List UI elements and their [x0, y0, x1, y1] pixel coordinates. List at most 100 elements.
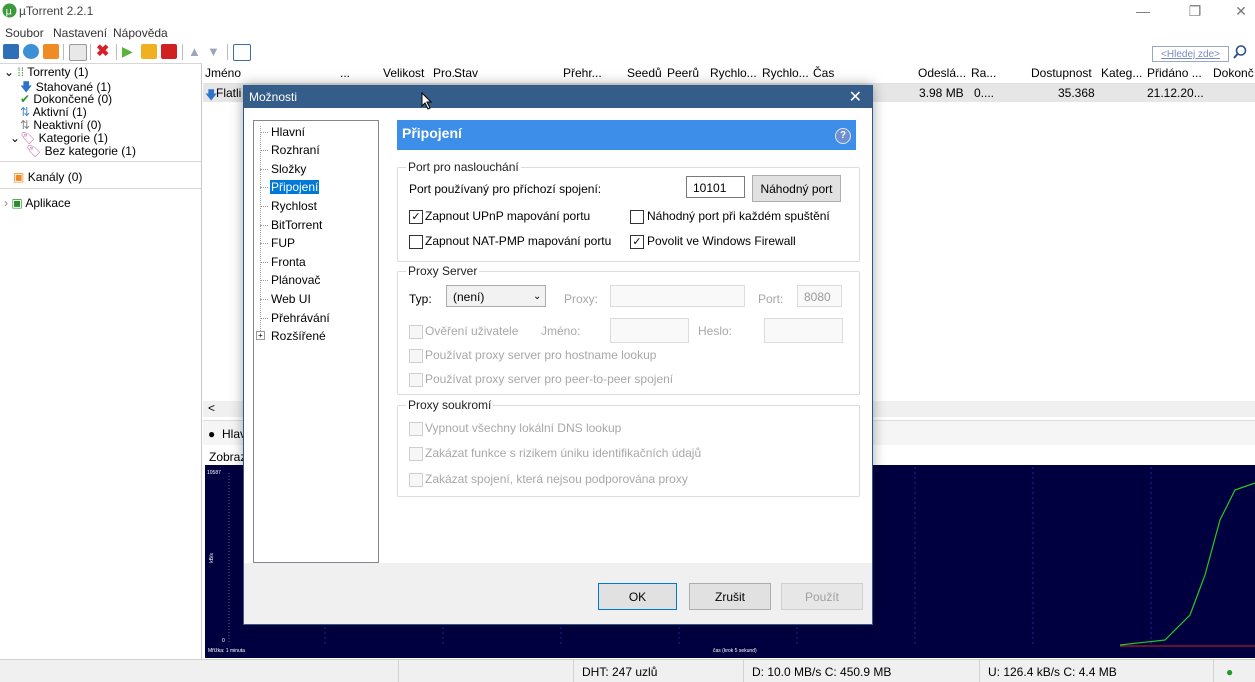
- col-name[interactable]: Jméno: [205, 66, 241, 80]
- ok-button[interactable]: OK: [598, 583, 677, 610]
- username-input[interactable]: [610, 318, 689, 343]
- chevron-right-icon[interactable]: ›: [4, 196, 8, 210]
- preferences-icon[interactable]: [233, 44, 251, 61]
- sidebar-item-channels[interactable]: ▣ Kanály (0): [13, 170, 82, 184]
- tree-item-webui[interactable]: Web UI: [270, 292, 312, 306]
- menu-napoveda[interactable]: Nápověda: [113, 26, 168, 40]
- identify-leak-label: Zakázat funkce s rizikem úniku identifik…: [425, 446, 702, 460]
- search-input[interactable]: <Hledej zde>: [1152, 46, 1229, 62]
- natpmp-checkbox[interactable]: [409, 235, 423, 249]
- proxy-type-select[interactable]: (není) ⌄: [446, 285, 546, 307]
- col-added[interactable]: Přidáno ...: [1147, 66, 1202, 80]
- tree-item-connection[interactable]: Připojení: [270, 180, 320, 194]
- identify-leak-checkbox[interactable]: [409, 447, 423, 461]
- upnp-checkbox[interactable]: ✓: [409, 210, 423, 224]
- cancel-button[interactable]: Zrušit: [689, 583, 771, 610]
- proxy-port-label: Port:: [758, 292, 784, 306]
- sidebar-item-categories[interactable]: ⌄🏷 Kategorie (1): [10, 131, 108, 145]
- col-down-speed[interactable]: Rychlo...: [710, 66, 757, 80]
- tree-item-general[interactable]: Hlavní: [270, 125, 306, 139]
- move-down-icon[interactable]: ▼: [207, 44, 223, 59]
- port-input[interactable]: 10101: [686, 176, 745, 198]
- check-icon: ✔: [20, 92, 31, 106]
- auth-checkbox[interactable]: [409, 325, 423, 339]
- proxy-port-input[interactable]: 8080: [797, 285, 842, 307]
- col-dots[interactable]: ...: [340, 66, 350, 80]
- tree-item-speed[interactable]: Rychlost: [270, 199, 318, 213]
- rss-icon[interactable]: [43, 44, 59, 59]
- col-category[interactable]: Kateg...: [1101, 66, 1142, 80]
- network-ok-icon[interactable]: ●: [1226, 665, 1233, 679]
- random-port-button[interactable]: Náhodný port: [752, 175, 841, 202]
- hostname-lookup-checkbox[interactable]: [409, 349, 423, 363]
- sidebar-item-inactive[interactable]: ⇅ Neaktivní (0): [20, 118, 101, 132]
- col-ratio[interactable]: Ra...: [971, 66, 996, 80]
- col-seeds[interactable]: Seedů: [627, 66, 662, 80]
- col-availability[interactable]: Dostupnost: [1031, 66, 1092, 80]
- add-torrent-icon[interactable]: [3, 44, 19, 59]
- dialog-footer: OK Zrušit Použít: [244, 563, 872, 624]
- dns-lookup-checkbox[interactable]: [409, 422, 423, 436]
- col-size[interactable]: Velikost: [383, 66, 424, 80]
- p2p-proxy-checkbox[interactable]: [409, 373, 423, 387]
- create-torrent-icon[interactable]: [69, 44, 87, 61]
- graph-view-label: Zobraz: [209, 450, 247, 464]
- sidebar-item-label: Aplikace: [25, 196, 71, 210]
- port-label: Port používaný pro příchozí spojení:: [409, 182, 602, 196]
- sidebar-item-torrents[interactable]: ⌄ ⁞⁞ Torrenty (1): [4, 65, 89, 79]
- password-input[interactable]: [764, 318, 843, 343]
- tree-item-bittorrent[interactable]: BitTorrent: [270, 218, 323, 232]
- col-peers[interactable]: Peerů: [667, 66, 699, 80]
- pause-icon[interactable]: [141, 44, 157, 59]
- firewall-checkbox[interactable]: ✓: [630, 235, 644, 249]
- col-completed[interactable]: Dokonč: [1213, 66, 1254, 80]
- active-icon: ⇅: [20, 105, 31, 119]
- close-window-button[interactable]: ✕: [1219, 0, 1255, 24]
- tree-item-queue[interactable]: Fronta: [270, 255, 307, 269]
- apply-button[interactable]: Použít: [781, 583, 863, 610]
- sidebar-item-no-category[interactable]: 🏷 Bez kategorie (1): [26, 144, 136, 158]
- privacy-group: Proxy soukromí Vypnout všechny lokální D…: [397, 398, 860, 497]
- minimize-button[interactable]: —: [1121, 0, 1165, 24]
- col-up-speed[interactable]: Rychlo...: [762, 66, 809, 80]
- sidebar-item-apps[interactable]: › ▣ Aplikace: [4, 196, 71, 210]
- col-eta[interactable]: Čas: [813, 66, 834, 80]
- add-url-icon[interactable]: [23, 44, 39, 59]
- tree-item-scheduler[interactable]: Plánovač: [270, 273, 321, 287]
- random-each-start-checkbox[interactable]: [630, 210, 644, 224]
- proxy-host-input[interactable]: [610, 285, 745, 307]
- tree-item-ui[interactable]: Rozhraní: [270, 143, 321, 157]
- rss-icon: ▣: [13, 170, 25, 184]
- port-group: Port pro naslouchání Port používaný pro …: [397, 160, 860, 262]
- move-up-icon[interactable]: ▲: [188, 44, 204, 59]
- scroll-left-icon[interactable]: <: [208, 401, 215, 415]
- dialog-close-button[interactable]: ✕: [849, 87, 862, 107]
- menu-soubor[interactable]: Soubor: [5, 26, 44, 40]
- stop-icon[interactable]: [161, 44, 177, 59]
- sidebar-item-label: Kategorie (1): [38, 131, 109, 145]
- sidebar-item-active[interactable]: ⇅ Aktivní (1): [20, 105, 87, 119]
- col-uploaded[interactable]: Odeslá...: [918, 66, 966, 80]
- sidebar-item-completed[interactable]: ✔ Dokončené (0): [20, 92, 112, 106]
- help-icon[interactable]: ?: [835, 128, 851, 144]
- tree-item-playback[interactable]: Přehrávání: [270, 311, 331, 325]
- maximize-button[interactable]: ❐: [1173, 0, 1217, 24]
- proxy-type-value: (není): [453, 290, 485, 304]
- col-status[interactable]: Stav: [454, 66, 478, 80]
- search-icon[interactable]: [1232, 44, 1248, 60]
- tree-line: [260, 126, 261, 337]
- torrents-icon: ⁞⁞: [17, 65, 25, 79]
- start-icon[interactable]: ▶: [122, 44, 138, 59]
- menu-nastaveni[interactable]: Nastavení: [53, 26, 107, 40]
- tree-item-advanced[interactable]: Rozšířené: [270, 329, 327, 343]
- expand-icon[interactable]: ⌄: [10, 131, 20, 145]
- cell-name: Flatli: [216, 86, 242, 100]
- col-playback[interactable]: Přehr...: [563, 66, 602, 80]
- remove-icon[interactable]: ✖: [96, 44, 112, 60]
- dialog-title: Možnosti: [249, 90, 298, 104]
- unsupported-connections-checkbox[interactable]: [409, 473, 423, 487]
- tree-item-folders[interactable]: Složky: [270, 162, 307, 176]
- expand-plus-icon[interactable]: +: [256, 331, 265, 340]
- tree-item-fup[interactable]: FUP: [270, 236, 296, 250]
- expand-icon[interactable]: ⌄: [4, 65, 14, 79]
